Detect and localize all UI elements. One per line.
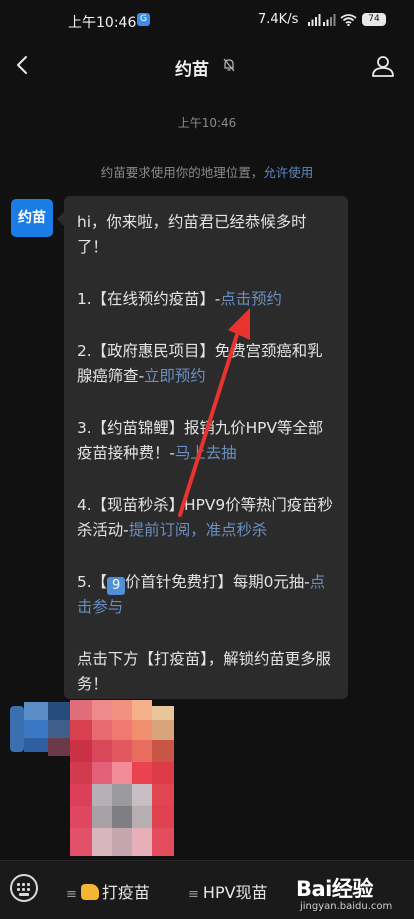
- wifi-icon: [340, 14, 357, 26]
- menu-hpv-stock[interactable]: ≡ HPV现苗: [188, 879, 268, 903]
- network-speed: 7.4K/s: [258, 12, 299, 27]
- item-text: 1.【在线预约疫苗】-: [77, 290, 221, 308]
- user-icon[interactable]: [371, 54, 395, 78]
- item-text: 价首针免费打】每期0元抽-: [125, 573, 310, 591]
- footer-text: 点击下方【打疫苗】，解锁约苗更多服务！: [77, 650, 331, 693]
- signal-icon: [308, 14, 321, 26]
- bottom-menu-bar: ≡ 打疫苗 ≡ HPV现苗 Bai经验 jingyan.baidu.com: [0, 860, 414, 919]
- pixelated-image-message[interactable]: [10, 700, 182, 860]
- sim-badge-icon: G: [137, 13, 150, 26]
- item-text: 5.【: [77, 573, 108, 591]
- list-item: 1.【在线预约疫苗】-点击预约: [77, 287, 336, 312]
- battery-icon: 74: [362, 13, 386, 26]
- list-item: 3.【约苗锦鲤】报销九价HPV等全部疫苗接种费！-马上去抽: [77, 416, 336, 466]
- list-item: 4.【现苗秒杀】HPV9价等热门疫苗秒杀活动-提前订阅，准点秒杀: [77, 493, 336, 543]
- status-time: 上午10:46: [68, 15, 137, 31]
- list-item: 2.【政府惠民项目】免费宫颈癌和乳腺癌筛查-立即预约: [77, 339, 336, 389]
- list-item: 5.【 9 价首针免费打】每期0元抽-点击参与: [77, 570, 336, 620]
- menu-get-vaccine[interactable]: ≡ 打疫苗: [66, 879, 150, 903]
- baidu-watermark-url: jingyan.baidu.com: [300, 901, 393, 912]
- number-nine-icon: 9: [107, 577, 126, 595]
- menu-hpv-stock-label: HPV现苗: [202, 883, 268, 902]
- menu-lines-icon: ≡: [188, 887, 199, 902]
- book-screening-link[interactable]: 立即预约: [144, 367, 206, 385]
- location-prompt-text: 约苗要求使用你的地理位置，: [100, 165, 264, 180]
- flash-sale-link[interactable]: 提前订阅，准点秒杀: [129, 521, 268, 539]
- message-timestamp: 上午10:46: [177, 116, 237, 130]
- book-vaccine-link[interactable]: 点击预约: [220, 290, 282, 308]
- chat-header: 约苗: [0, 40, 414, 92]
- bell-off-icon: [223, 58, 235, 72]
- greeting-text: hi，你来啦，约苗君已经恭候多时了！: [77, 213, 307, 256]
- status-bar: 上午10:46 G 7.4K/s 74: [0, 0, 414, 40]
- keyboard-icon[interactable]: [10, 874, 38, 902]
- location-prompt: 约苗要求使用你的地理位置，允许使用: [0, 162, 414, 181]
- menu-lines-icon: ≡: [66, 887, 77, 902]
- menu-get-vaccine-label: 打疫苗: [101, 883, 150, 902]
- chevron-left-icon[interactable]: [10, 52, 36, 78]
- avatar[interactable]: 约苗: [11, 199, 53, 237]
- message-bubble: hi，你来啦，约苗君已经恭候多时了！ 1.【在线预约疫苗】-点击预约 2.【政府…: [57, 196, 348, 699]
- baidu-watermark: Bai经验: [296, 877, 373, 901]
- page-title: 约苗: [175, 60, 209, 80]
- signal-icon: [323, 14, 336, 26]
- allow-location-link[interactable]: 允许使用: [263, 165, 313, 180]
- flex-arm-icon: [80, 884, 99, 900]
- lottery-link[interactable]: 马上去抽: [175, 444, 237, 462]
